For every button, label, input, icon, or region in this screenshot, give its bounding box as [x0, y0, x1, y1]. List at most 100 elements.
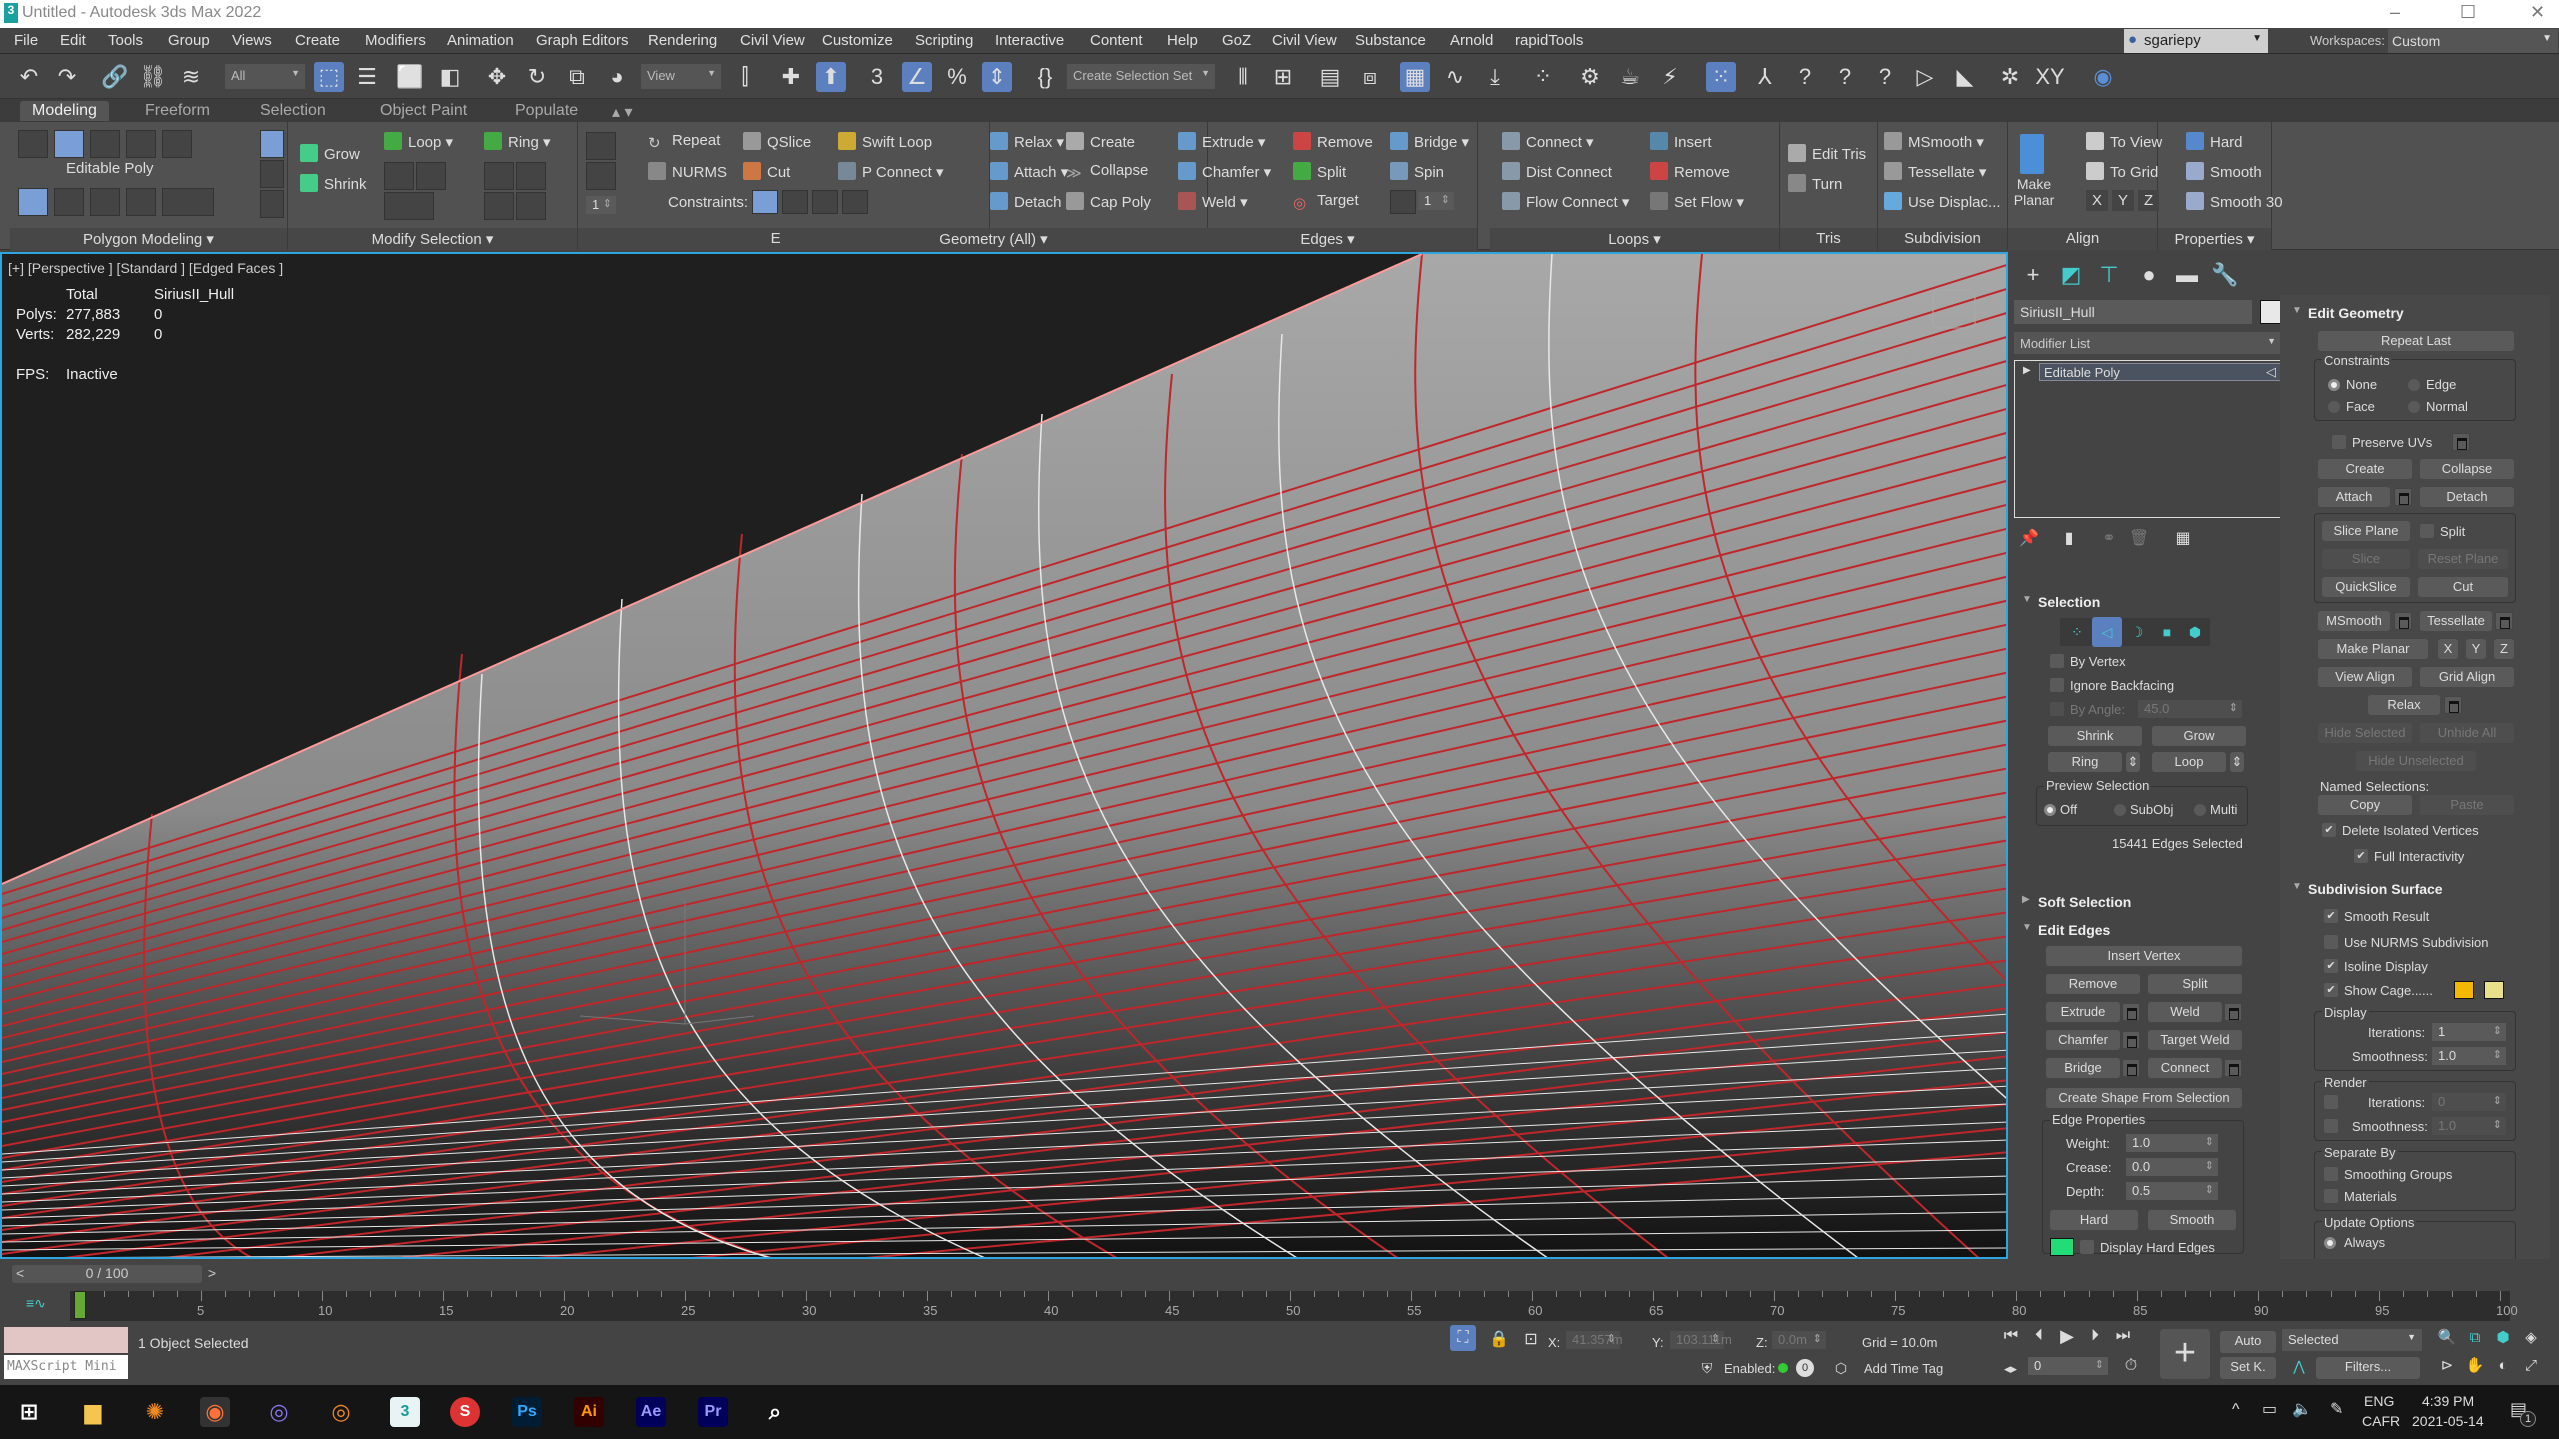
move-icon[interactable]: ✥ — [482, 62, 512, 92]
shrink-button[interactable]: Shrink — [2048, 726, 2142, 746]
menu-file[interactable]: File — [14, 32, 38, 49]
keyboard-layout-label[interactable]: CAFR — [2362, 1413, 2400, 1429]
align-y-button[interactable]: Y — [2112, 190, 2135, 211]
loop-shrink-icon[interactable] — [416, 162, 446, 190]
close-button[interactable]: ✕ — [2530, 2, 2545, 23]
bridge-settings-button[interactable] — [2122, 1059, 2140, 1077]
blender-icon[interactable]: ◎ — [326, 1397, 356, 1427]
snap-freeze-icon[interactable]: ✲ — [1995, 62, 2025, 92]
constraint-edge-icon[interactable] — [782, 190, 808, 214]
reset-plane-button[interactable]: Reset Plane — [2418, 549, 2508, 569]
use-displace-button[interactable]: Use Displac... — [1884, 192, 2001, 211]
modify-panel-tab-icon[interactable]: ◩ — [2056, 260, 2086, 290]
bridge-button[interactable]: Bridge ▾ — [1390, 132, 1469, 151]
select-mode-3-icon[interactable] — [90, 188, 120, 216]
make-planar-button[interactable]: Make Planar — [2318, 639, 2428, 659]
smooth-result-checkbox[interactable]: ✔ — [2324, 909, 2338, 923]
make-planar-icon[interactable] — [2020, 134, 2044, 174]
menu-modifiers[interactable]: Modifiers — [365, 32, 426, 49]
curve-editor-toggle-icon[interactable]: ≡∿ — [26, 1295, 46, 1312]
cage-color-swatch[interactable] — [2454, 981, 2474, 999]
quickslice-button[interactable]: QuickSlice — [2322, 577, 2410, 597]
menu-create[interactable]: Create — [295, 32, 340, 49]
use-nurms-checkbox[interactable] — [2324, 935, 2338, 949]
isoline-display-checkbox[interactable]: ✔ — [2324, 959, 2338, 973]
tab-freeform[interactable]: Freeform — [145, 102, 210, 120]
qslice-button[interactable]: QSlice — [743, 132, 811, 151]
element-mode-icon[interactable] — [162, 130, 192, 158]
display-iterations-spinner[interactable]: 1 — [2432, 1023, 2506, 1041]
hard-edge-color-swatch[interactable] — [2050, 1238, 2074, 1256]
menu-scripting[interactable]: Scripting — [915, 32, 973, 49]
show-cage-checkbox[interactable]: ✔ — [2324, 983, 2338, 997]
selection-filter-dropdown[interactable]: All ▼ — [225, 64, 305, 89]
edge-level-icon[interactable]: ◁ — [2092, 617, 2122, 647]
ring-shrink-icon[interactable] — [516, 162, 546, 190]
create-shape-button[interactable]: Create Shape From Selection — [2046, 1088, 2242, 1108]
time-slider[interactable]: < 0 / 100 > — [12, 1265, 216, 1283]
chamfer-button[interactable]: Chamfer ▾ — [1178, 162, 1271, 181]
constraint-normal-radio[interactable] — [2408, 401, 2420, 413]
viewport-label[interactable]: [+] [Perspective ] [Standard ] [Edged Fa… — [8, 260, 283, 276]
menu-civil-view[interactable]: Civil View — [740, 32, 805, 49]
chamfer-edge-button[interactable]: Chamfer — [2046, 1030, 2120, 1050]
tessellate-settings-button[interactable] — [2495, 612, 2513, 630]
play-icon[interactable]: ▶ — [2052, 1321, 2082, 1351]
screen-capture-icon[interactable]: ⌕ — [760, 1397, 790, 1427]
language-label[interactable]: ENG — [2364, 1393, 2394, 1409]
track-bar[interactable]: 0510152025303540455055606570758085909510… — [70, 1291, 2518, 1321]
tab-populate[interactable]: Populate — [515, 102, 578, 120]
substance-icon[interactable]: S — [450, 1397, 480, 1427]
tessellate-button[interactable]: Tessellate ▾ — [1884, 162, 1986, 181]
stack-item-editable-poly[interactable]: Editable Poly ◁ — [2039, 363, 2281, 381]
placement-icon[interactable]: ◕ — [602, 62, 632, 92]
group-label[interactable]: Properties ▾ — [2158, 228, 2271, 250]
view-align-button[interactable]: View Align — [2318, 667, 2412, 687]
key-filters-icon[interactable]: ⋀ — [2284, 1351, 2314, 1381]
element-level-icon[interactable]: ⬢ — [2180, 617, 2210, 647]
zoom-all-icon[interactable]: ⧉ — [2460, 1323, 2490, 1353]
loop-button[interactable]: Loop — [2152, 752, 2226, 772]
snaps-toggle-icon[interactable]: 3 — [862, 62, 892, 92]
maximize-viewport-icon[interactable]: ⤢ — [2516, 1351, 2546, 1381]
keyboard-shortcut-override-icon[interactable]: ⬆ — [816, 62, 846, 92]
ring-button[interactable]: Ring ▾ — [484, 132, 551, 151]
align-x-button[interactable]: X — [2086, 190, 2109, 211]
make-planar-button[interactable]: Make Planar — [2012, 176, 2056, 208]
menu-rapidtools[interactable]: rapidTools — [1515, 32, 1583, 49]
to-view-button[interactable]: To View — [2086, 132, 2162, 151]
hide-unselected-button[interactable]: Hide Unselected — [2356, 751, 2476, 771]
ring-spinner[interactable]: ⇕ — [2126, 752, 2140, 772]
viewcube-icon[interactable] — [1932, 289, 1976, 329]
planar-x-button[interactable]: X — [2438, 639, 2458, 659]
hierarchy-panel-tab-icon[interactable]: ⊤ — [2094, 260, 2124, 290]
pivot-center-icon[interactable]: ⫿ — [730, 62, 760, 92]
pen-icon[interactable]: ✎ — [2330, 1399, 2343, 1419]
grow-button[interactable]: Grow — [300, 144, 360, 163]
attach-button[interactable]: Attach — [2318, 487, 2390, 507]
snap-tool-4-icon[interactable]: ? — [1870, 62, 1900, 92]
by-vertex-checkbox[interactable] — [2050, 654, 2064, 668]
pin-stack-icon[interactable]: 📌 — [2014, 524, 2044, 554]
swift-loop-button[interactable]: Swift Loop — [838, 132, 932, 151]
repeat-last-button[interactable]: Repeat Last — [2318, 331, 2514, 351]
msmooth-button[interactable]: MSmooth — [2318, 611, 2390, 631]
vertex-mode-icon[interactable] — [18, 130, 48, 158]
copy-named-selection-button[interactable]: Copy — [2318, 795, 2412, 815]
slice-button[interactable]: Slice — [2322, 549, 2410, 569]
toggle-ribbon-icon[interactable]: ▦ — [1400, 62, 1430, 92]
smoothing-groups-checkbox[interactable] — [2324, 1167, 2338, 1181]
target-weld-button[interactable]: Target Weld — [2148, 1030, 2242, 1050]
adaptive-degradation-icon[interactable]: ⛨ — [1692, 1353, 1722, 1383]
materials-checkbox[interactable] — [2324, 1189, 2338, 1203]
extrude-edge-button[interactable]: Extrude — [2046, 1002, 2120, 1022]
menu-group[interactable]: Group — [168, 32, 210, 49]
hard-edge-button[interactable]: Hard — [2050, 1210, 2138, 1230]
x-coord-field[interactable]: 41.357m — [1566, 1331, 1623, 1349]
premiere-icon[interactable]: Pr — [698, 1397, 728, 1427]
loop-spinner[interactable]: ⇕ — [2230, 752, 2244, 772]
depth-spinner[interactable]: 0.5 — [2126, 1182, 2218, 1200]
relax-button[interactable]: Relax ▾ — [990, 132, 1064, 151]
snap-xy-icon[interactable]: XY — [2035, 62, 2065, 92]
user-account-dropdown[interactable]: ● sgariepy ▼ — [2124, 29, 2268, 53]
